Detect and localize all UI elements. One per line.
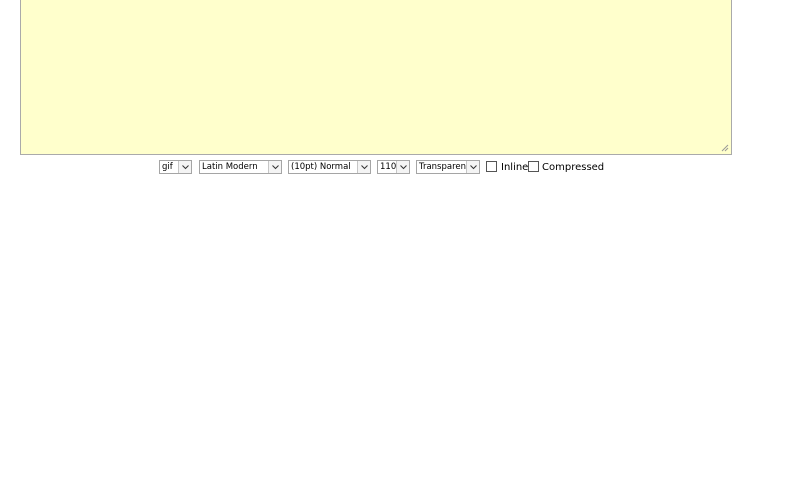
format-select-value: gif <box>162 162 173 172</box>
font-select-value: Latin Modern <box>202 162 258 172</box>
latex-input-textarea[interactable] <box>20 0 732 155</box>
compressed-checkbox[interactable] <box>528 161 539 172</box>
font-select[interactable]: Latin Modern <box>199 160 282 174</box>
inline-checkbox[interactable] <box>486 161 497 172</box>
chevron-down-icon[interactable] <box>178 161 191 173</box>
chevron-down-icon[interactable] <box>466 161 479 173</box>
size-select-value: (10pt) Normal <box>291 162 351 172</box>
inline-checkbox-label[interactable]: Inline <box>501 162 528 173</box>
compressed-checkbox-label[interactable]: Compressed <box>542 162 604 173</box>
format-select[interactable]: gif <box>159 160 192 174</box>
resize-grip-icon[interactable] <box>721 144 729 152</box>
dpi-select[interactable]: 110 <box>377 160 410 174</box>
render-options-toolbar: gif Latin Modern (10pt) Normal 110 Trans… <box>0 160 800 176</box>
chevron-down-icon[interactable] <box>357 161 370 173</box>
background-select[interactable]: Transparent <box>416 160 480 174</box>
background-select-value: Transparent <box>419 162 470 172</box>
size-select[interactable]: (10pt) Normal <box>288 160 371 174</box>
chevron-down-icon[interactable] <box>268 161 281 173</box>
chevron-down-icon[interactable] <box>396 161 409 173</box>
dpi-select-value: 110 <box>380 162 397 172</box>
